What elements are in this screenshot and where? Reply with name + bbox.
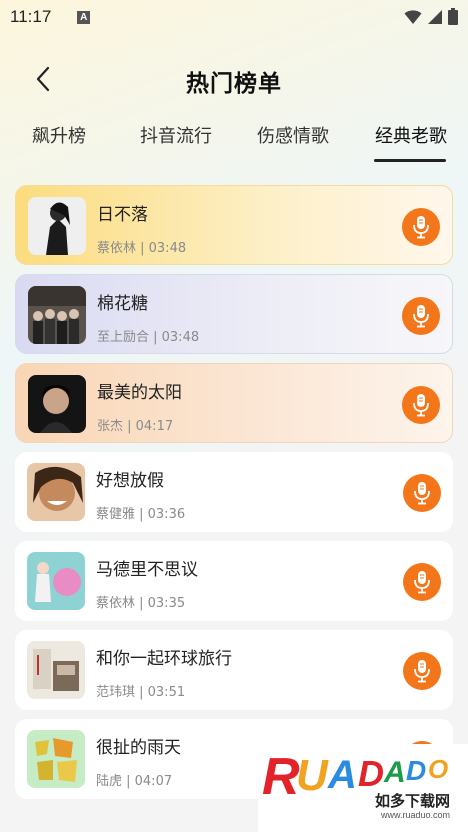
song-meta: 张杰 | 04:17 bbox=[97, 419, 174, 434]
svg-text:A: A bbox=[327, 753, 357, 797]
cover-art-icon bbox=[27, 552, 85, 610]
sing-button[interactable] bbox=[402, 208, 440, 246]
microphone-icon bbox=[414, 482, 430, 505]
sing-button[interactable] bbox=[402, 386, 440, 424]
battery-icon bbox=[448, 8, 458, 25]
status-icons bbox=[404, 8, 458, 25]
song-title: 很扯的雨天 bbox=[96, 738, 181, 758]
microphone-icon bbox=[414, 571, 430, 594]
song-meta: 陆虎 | 04:07 bbox=[96, 774, 173, 789]
song-title: 日不落 bbox=[97, 205, 148, 225]
song-meta: 蔡依林 | 03:48 bbox=[97, 241, 187, 256]
svg-text:D: D bbox=[358, 753, 384, 794]
song-title: 和你一起环球旅行 bbox=[96, 649, 232, 669]
watermark-subtitle: 如多下载网 bbox=[374, 792, 450, 810]
song-title: 最美的太阳 bbox=[97, 383, 182, 403]
song-title: 棉花糖 bbox=[97, 294, 148, 314]
album-cover bbox=[28, 286, 86, 344]
status-bar: 11:17 A bbox=[0, 0, 468, 34]
svg-text:A: A bbox=[383, 756, 406, 789]
list-item[interactable]: 好想放假 蔡健雅 | 03:36 bbox=[15, 452, 453, 532]
sing-button[interactable] bbox=[403, 474, 441, 512]
microphone-icon bbox=[413, 305, 429, 328]
page-title: 热门榜单 bbox=[186, 71, 282, 97]
song-meta: 至上励合 | 03:48 bbox=[97, 330, 200, 345]
watermark-logo: R U A D A D O 如多下载网 www.ruaduo.com bbox=[258, 744, 468, 832]
album-cover bbox=[27, 641, 85, 699]
svg-text:R: R bbox=[262, 748, 300, 804]
sing-button[interactable] bbox=[403, 563, 441, 601]
tab-classic[interactable]: 经典老歌 bbox=[375, 122, 447, 148]
sing-button[interactable] bbox=[403, 652, 441, 690]
header: 热门榜单 bbox=[0, 50, 468, 110]
cover-art-icon bbox=[28, 375, 86, 433]
tab-douyin[interactable]: 抖音流行 bbox=[140, 122, 212, 148]
song-title: 好想放假 bbox=[96, 471, 164, 491]
cover-art-icon bbox=[27, 730, 85, 788]
svg-text:U: U bbox=[296, 751, 329, 800]
album-cover bbox=[28, 197, 86, 255]
microphone-icon bbox=[413, 216, 429, 239]
signal-icon bbox=[428, 9, 442, 24]
sing-button[interactable] bbox=[402, 297, 440, 335]
list-item[interactable]: 最美的太阳 张杰 | 04:17 bbox=[15, 363, 453, 443]
active-tab-indicator bbox=[374, 159, 446, 162]
song-meta: 蔡健雅 | 03:36 bbox=[96, 507, 186, 522]
microphone-icon bbox=[414, 660, 430, 683]
microphone-icon bbox=[413, 394, 429, 417]
cover-art-icon bbox=[27, 641, 85, 699]
cover-art-icon bbox=[27, 463, 85, 521]
cover-art-icon bbox=[28, 286, 86, 344]
list-item[interactable]: 和你一起环球旅行 范玮琪 | 03:51 bbox=[15, 630, 453, 710]
album-cover bbox=[27, 552, 85, 610]
tab-rising[interactable]: 飙升榜 bbox=[32, 122, 86, 148]
list-item[interactable]: 日不落 蔡依林 | 03:48 bbox=[15, 185, 453, 265]
cover-art-icon bbox=[28, 197, 86, 255]
list-item[interactable]: 棉花糖 至上励合 | 03:48 bbox=[15, 274, 453, 354]
song-list: 日不落 蔡依林 | 03:48 棉花糖 至上励合 | 03:48 最美的太阳 张… bbox=[15, 185, 453, 808]
album-cover bbox=[27, 463, 85, 521]
song-meta: 范玮琪 | 03:51 bbox=[96, 685, 186, 700]
song-meta: 蔡依林 | 03:35 bbox=[96, 596, 186, 611]
svg-text:O: O bbox=[428, 754, 448, 784]
wifi-icon bbox=[404, 9, 422, 24]
list-item[interactable]: 马德里不思议 蔡依林 | 03:35 bbox=[15, 541, 453, 621]
song-title: 马德里不思议 bbox=[96, 560, 198, 580]
status-time: 11:17 bbox=[10, 7, 52, 26]
tab-sad-songs[interactable]: 伤感情歌 bbox=[257, 122, 329, 148]
watermark-url: www.ruaduo.com bbox=[380, 810, 450, 820]
svg-text:D: D bbox=[406, 755, 426, 786]
tab-bar: 飙升榜 抖音流行 伤感情歌 经典老歌 bbox=[0, 116, 468, 166]
album-cover bbox=[27, 730, 85, 788]
a-app-icon: A bbox=[77, 10, 91, 24]
album-cover bbox=[28, 375, 86, 433]
